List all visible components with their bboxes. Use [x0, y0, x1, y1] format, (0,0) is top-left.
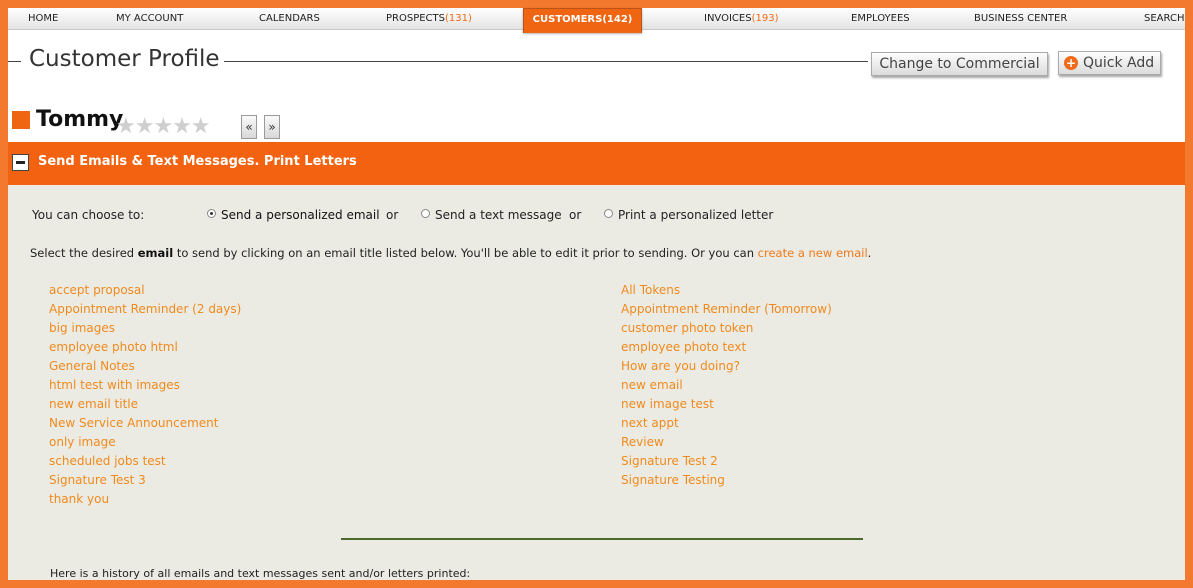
instructions-text: Select the desired email to send by clic… [30, 246, 872, 260]
customers-count: (142) [602, 14, 633, 25]
email-template-link[interactable]: new email title [49, 397, 138, 411]
email-template-link[interactable]: Signature Testing [621, 473, 725, 487]
star-rating[interactable]: ★★★★★ [116, 115, 211, 139]
or-text-2: or [569, 208, 582, 222]
section-title: Send Emails & Text Messages. Print Lette… [38, 154, 357, 169]
history-label: Here is a history of all emails and text… [50, 567, 471, 580]
prev-customer-button[interactable]: « [241, 115, 257, 139]
radio-email[interactable] [207, 209, 216, 218]
email-template-link[interactable]: Signature Test 2 [621, 454, 718, 468]
email-template-link[interactable]: New Service Announcement [49, 416, 219, 430]
or-text-1: or [386, 208, 399, 222]
email-template-link[interactable]: thank you [49, 492, 109, 506]
nav-business-center[interactable]: BUSINESS CENTER [974, 8, 1067, 29]
email-template-link[interactable]: new image test [621, 397, 714, 411]
prospects-count: (131) [444, 13, 472, 24]
email-template-link[interactable]: customer photo token [621, 321, 753, 335]
create-new-email-link[interactable]: create a new email [758, 246, 868, 260]
nav-calendars[interactable]: CALENDARS [259, 8, 320, 29]
title-rule-left [8, 61, 21, 62]
radio-letter-label[interactable]: Print a personalized letter [618, 208, 773, 222]
email-template-link[interactable]: How are you doing? [621, 359, 740, 373]
page-title: Customer Profile [29, 46, 220, 72]
nav-invoices[interactable]: INVOICES(193) [704, 8, 778, 29]
radio-email-label[interactable]: Send a personalized email [221, 208, 380, 222]
section-content: You can choose to: Send a personalized e… [8, 185, 1185, 580]
section-header-bar: Send Emails & Text Messages. Print Lette… [8, 142, 1185, 185]
change-to-commercial-button[interactable]: Change to Commercial [871, 52, 1048, 76]
nav-my-account[interactable]: MY ACCOUNT [116, 8, 183, 29]
email-template-link[interactable]: All Tokens [621, 283, 680, 297]
radio-text-label[interactable]: Send a text message [435, 208, 562, 222]
email-template-link[interactable]: scheduled jobs test [49, 454, 166, 468]
top-nav: HOME MY ACCOUNT CALENDARS PROSPECTS(131)… [8, 8, 1185, 33]
email-template-link[interactable]: General Notes [49, 359, 135, 373]
email-template-link[interactable]: Signature Test 3 [49, 473, 146, 487]
divider [341, 538, 863, 540]
customer-status-square [12, 111, 30, 129]
next-customer-button[interactable]: » [264, 115, 280, 139]
email-template-link[interactable]: accept proposal [49, 283, 145, 297]
collapse-icon[interactable] [12, 154, 29, 171]
email-template-link[interactable]: employee photo html [49, 340, 178, 354]
nav-search[interactable]: SEARCH [1144, 8, 1184, 29]
nav-employees[interactable]: EMPLOYEES [851, 8, 910, 29]
invoices-count: (193) [751, 13, 779, 24]
customer-name: Tommy [36, 107, 124, 132]
title-rule-right [224, 61, 868, 62]
nav-customers[interactable]: CUSTOMERS(142) [523, 8, 642, 33]
radio-letter[interactable] [604, 209, 613, 218]
email-template-link[interactable]: only image [49, 435, 116, 449]
nav-prospects[interactable]: PROSPECTS(131) [386, 8, 472, 29]
radio-text[interactable] [421, 209, 430, 218]
email-template-link[interactable]: Review [621, 435, 664, 449]
email-template-link[interactable]: Appointment Reminder (Tomorrow) [621, 302, 832, 316]
nav-home[interactable]: HOME [28, 8, 58, 29]
email-template-link[interactable]: big images [49, 321, 115, 335]
email-template-link[interactable]: new email [621, 378, 683, 392]
quick-add-label: Quick Add [1083, 55, 1155, 71]
email-template-link[interactable]: html test with images [49, 378, 180, 392]
email-template-link[interactable]: Appointment Reminder (2 days) [49, 302, 241, 316]
email-template-link[interactable]: employee photo text [621, 340, 746, 354]
choose-label: You can choose to: [32, 208, 145, 222]
quick-add-button[interactable]: + Quick Add [1058, 51, 1161, 75]
plus-icon: + [1064, 56, 1078, 70]
email-template-link[interactable]: next appt [621, 416, 679, 430]
